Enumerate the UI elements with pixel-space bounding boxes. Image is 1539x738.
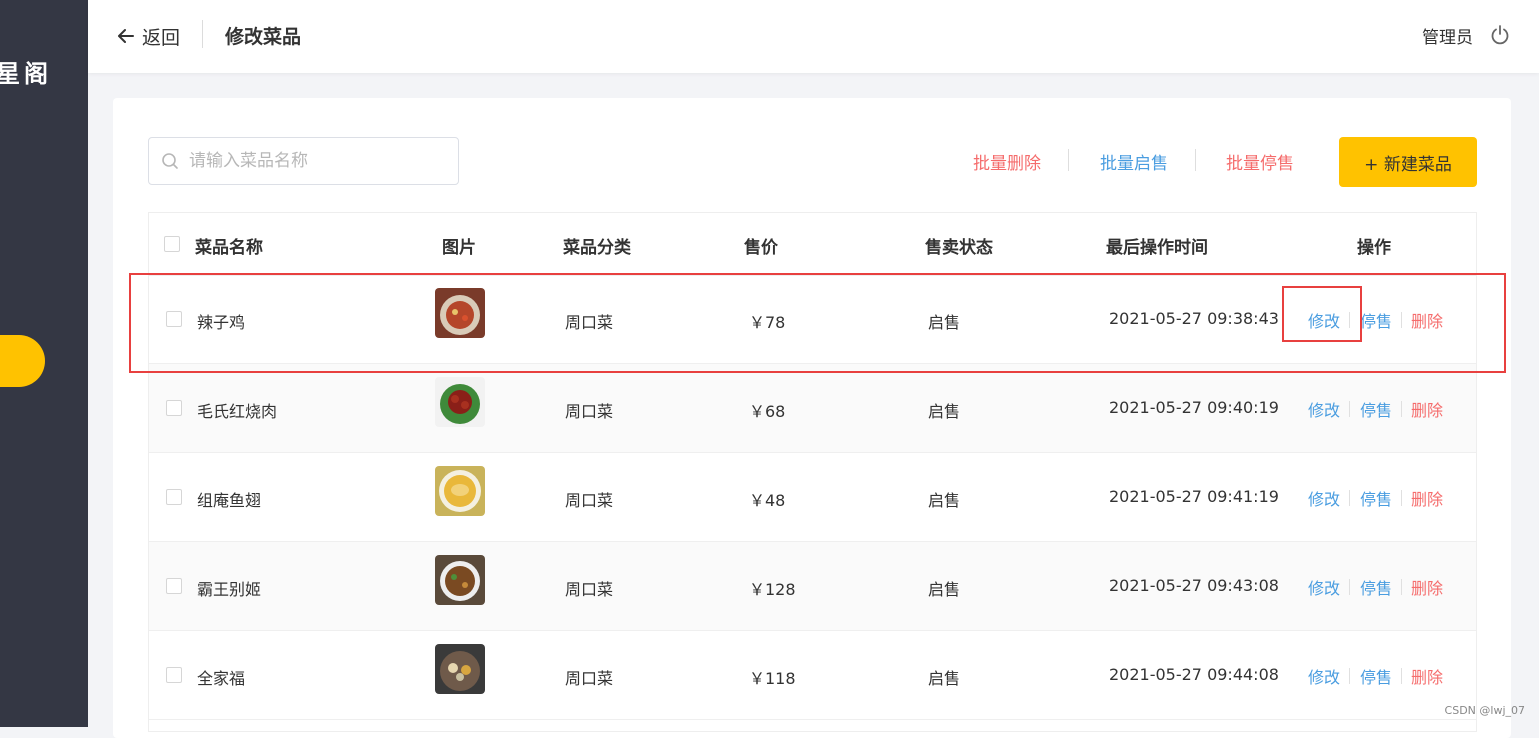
dish-status: 启售 [928,669,961,688]
dish-thumbnail [435,555,485,605]
action-divider [1349,490,1350,506]
edit-button[interactable]: 修改 [1308,664,1340,688]
dish-status: 启售 [928,491,961,510]
disable-button[interactable]: 停售 [1360,664,1392,688]
dish-status: 启售 [928,580,961,599]
dish-price: ￥68 [749,402,786,421]
row-checkbox[interactable] [166,311,182,327]
delete-button[interactable]: 删除 [1411,575,1443,599]
dish-updated-time: 2021-05-27 09:40:19 [1109,398,1279,417]
action-divider [1349,668,1350,684]
table-row: 组庵鱼翅 周口菜 ￥48 启售 2021-05-27 09:41:19 修改 停… [149,453,1476,542]
action-divider [1349,312,1350,328]
delete-button[interactable]: 删除 [1411,308,1443,332]
column-header-image: 图片 [442,238,476,258]
header-divider [202,20,203,48]
dish-table: 菜品名称 图片 菜品分类 售价 售卖状态 最后操作时间 操作 辣子鸡 周口菜 ￥… [148,212,1477,732]
new-dish-button[interactable]: + 新建菜品 [1339,137,1477,187]
dish-updated-time: 2021-05-27 09:43:08 [1109,576,1279,595]
delete-button[interactable]: 删除 [1411,664,1443,688]
sidebar: 星阁 [0,0,88,727]
column-header-updated: 最后操作时间 [1106,238,1208,258]
watermark: CSDN @lwj_07 [1444,704,1525,717]
dish-price: ￥118 [749,669,796,688]
dish-name: 毛氏红烧肉 [197,402,278,421]
page-title: 修改菜品 [225,26,302,48]
table-row: 全家福 周口菜 ￥118 启售 2021-05-27 09:44:08 修改 停… [149,631,1476,720]
dish-name: 辣子鸡 [197,313,246,332]
search-input[interactable] [187,150,451,172]
batch-delete-button[interactable]: 批量删除 [973,149,1041,174]
action-divider [1349,579,1350,595]
dish-updated-time: 2021-05-27 09:44:08 [1109,665,1279,684]
column-header-actions: 操作 [1357,238,1391,258]
dish-status: 启售 [928,402,961,421]
column-header-name: 菜品名称 [195,238,263,258]
table-row: 毛氏红烧肉 周口菜 ￥68 启售 2021-05-27 09:40:19 修改 … [149,364,1476,453]
toolbar-divider [1195,149,1196,171]
back-button[interactable]: 返回 [116,22,180,50]
action-divider [1349,401,1350,417]
column-header-category: 菜品分类 [563,238,631,258]
action-divider [1401,401,1402,417]
user-name[interactable]: 管理员 [1422,23,1473,48]
edit-button[interactable]: 修改 [1308,486,1340,510]
main-card: 批量删除 批量启售 批量停售 + 新建菜品 菜品名称 图片 菜品分类 售价 售卖… [113,98,1511,738]
action-divider [1401,490,1402,506]
delete-button[interactable]: 删除 [1411,486,1443,510]
edit-button[interactable]: 修改 [1308,397,1340,421]
dish-thumbnail [435,377,485,427]
toolbar-divider [1068,149,1069,171]
select-all-checkbox[interactable] [164,236,180,252]
table-header: 菜品名称 图片 菜品分类 售价 售卖状态 最后操作时间 操作 [149,213,1476,276]
row-checkbox[interactable] [166,578,182,594]
edit-button[interactable]: 修改 [1308,575,1340,599]
dish-price: ￥78 [749,313,786,332]
back-label: 返回 [142,26,181,49]
power-icon[interactable] [1489,24,1511,46]
dish-category: 周口菜 [565,402,614,421]
dish-thumbnail [435,288,485,338]
dish-name: 组庵鱼翅 [197,491,262,510]
sidebar-active-item[interactable] [0,335,45,387]
dish-name: 全家福 [197,669,246,688]
dish-updated-time: 2021-05-27 09:41:19 [1109,487,1279,506]
disable-button[interactable]: 停售 [1360,575,1392,599]
action-divider [1401,579,1402,595]
row-checkbox[interactable] [166,400,182,416]
dish-status: 启售 [928,313,961,332]
table-row: 霸王别姬 周口菜 ￥128 启售 2021-05-27 09:43:08 修改 … [149,542,1476,631]
dish-category: 周口菜 [565,313,614,332]
header: 返回 修改菜品 管理员 [88,0,1539,73]
row-checkbox[interactable] [166,667,182,683]
disable-button[interactable]: 停售 [1360,486,1392,510]
table-row: 辣子鸡 周口菜 ￥78 启售 2021-05-27 09:38:43 修改 停售… [149,275,1476,364]
dish-price: ￥48 [749,491,786,510]
column-header-price: 售价 [744,238,778,258]
dish-category: 周口菜 [565,669,614,688]
disable-button[interactable]: 停售 [1360,397,1392,421]
dish-name: 霸王别姬 [197,580,262,599]
brand-logo-text: 星阁 [0,60,52,88]
edit-button[interactable]: 修改 [1308,308,1340,332]
action-divider [1401,668,1402,684]
disable-button[interactable]: 停售 [1360,308,1392,332]
dish-updated-time: 2021-05-27 09:38:43 [1109,309,1279,328]
action-divider [1401,312,1402,328]
arrow-left-icon [118,29,134,43]
dish-thumbnail [435,644,485,694]
dish-category: 周口菜 [565,580,614,599]
delete-button[interactable]: 删除 [1411,397,1443,421]
search-box[interactable] [148,137,459,185]
dish-price: ￥128 [749,580,796,599]
dish-thumbnail [435,466,485,516]
row-checkbox[interactable] [166,489,182,505]
column-header-status: 售卖状态 [925,238,993,258]
search-icon [162,153,178,169]
dish-category: 周口菜 [565,491,614,510]
batch-enable-button[interactable]: 批量启售 [1100,149,1168,174]
batch-disable-button[interactable]: 批量停售 [1226,149,1294,174]
